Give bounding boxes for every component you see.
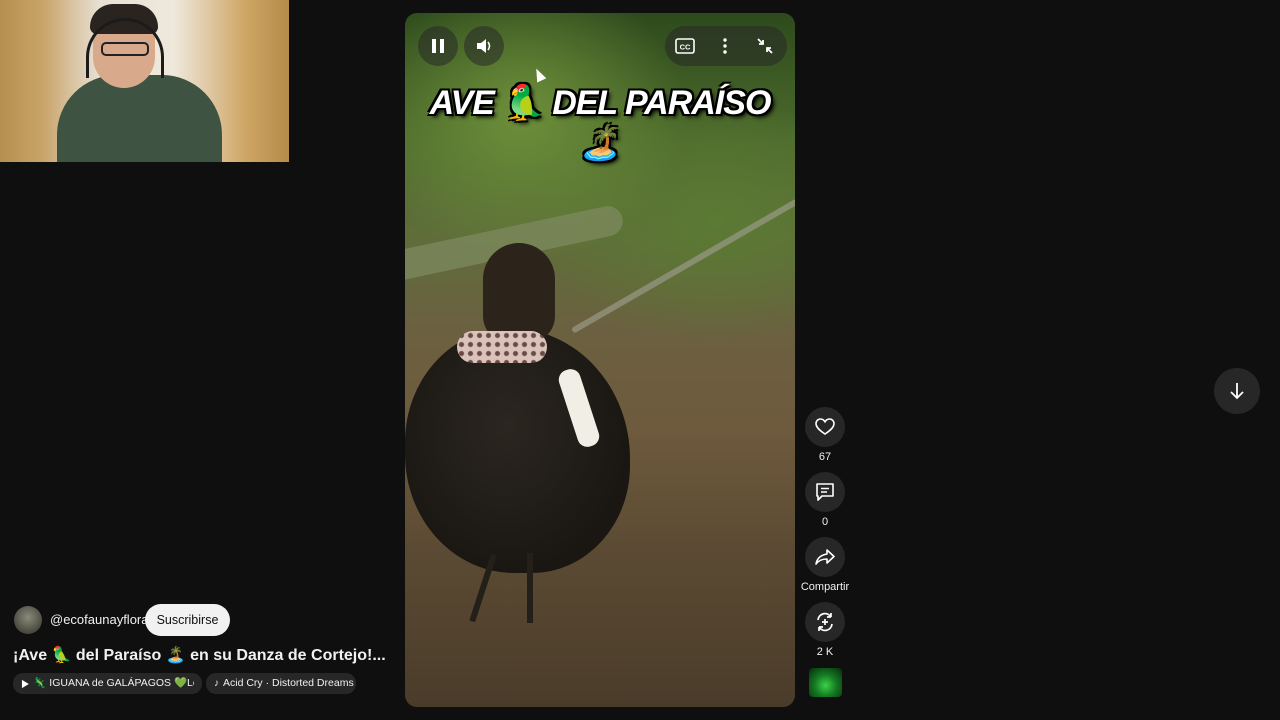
share-button[interactable] xyxy=(805,537,845,577)
volume-icon xyxy=(477,39,491,53)
more-options-button[interactable] xyxy=(705,26,745,66)
share-label: Compartir xyxy=(800,581,850,593)
music-note-icon: ♪ xyxy=(214,678,219,689)
short-video-player[interactable]: AVE 🦜 DEL PARAÍSO 🏝️ CC xyxy=(405,13,795,707)
comment-icon xyxy=(816,483,834,501)
sound-thumbnail[interactable] xyxy=(809,668,842,697)
pause-icon xyxy=(432,39,444,53)
like-button[interactable] xyxy=(805,407,845,447)
remix-icon xyxy=(817,612,833,632)
bird-body xyxy=(405,328,630,573)
heart-icon xyxy=(815,418,835,435)
bird-head xyxy=(483,243,555,343)
subscribe-button[interactable]: Suscribirse xyxy=(145,604,230,636)
pause-button[interactable] xyxy=(418,26,458,66)
volume-button[interactable] xyxy=(464,26,504,66)
play-icon xyxy=(21,679,29,688)
share-icon xyxy=(815,549,835,565)
remix-count: 2 K xyxy=(816,646,834,658)
channel-handle[interactable]: @ecofaunayflora xyxy=(50,612,148,627)
arrow-down-icon xyxy=(1230,383,1244,400)
like-count: 67 xyxy=(818,451,832,463)
channel-avatar[interactable] xyxy=(14,606,42,634)
remix-button[interactable] xyxy=(805,602,845,642)
video-overlay-title: AVE 🦜 DEL PARAÍSO 🏝️ xyxy=(429,84,772,162)
related-video-label: 🦎 IGUANA de GALÁPAGOS 💚Lo... xyxy=(33,677,194,689)
comments-button[interactable] xyxy=(805,472,845,512)
sound-chip[interactable]: ♪ Acid Cry · Distorted Dreams xyxy=(206,673,356,694)
bird-leg-right xyxy=(527,553,533,623)
captions-icon: CC xyxy=(675,38,695,54)
related-video-chip[interactable]: 🦎 IGUANA de GALÁPAGOS 💚Lo... xyxy=(13,673,202,694)
webcam-person-body xyxy=(57,75,222,162)
exit-fullscreen-icon xyxy=(757,38,773,54)
more-vert-icon xyxy=(723,38,727,54)
webcam-glasses xyxy=(101,42,149,56)
shorts-page: AVE 🦜 DEL PARAÍSO 🏝️ CC 67 0 Compartir 2… xyxy=(0,0,1280,720)
comment-count: 0 xyxy=(821,516,829,528)
bird-breast-pattern xyxy=(457,331,547,363)
next-short-button[interactable] xyxy=(1214,368,1260,414)
webcam-overlay xyxy=(0,0,289,162)
player-control-group: CC xyxy=(665,26,787,66)
svg-text:CC: CC xyxy=(680,43,691,52)
exit-fullscreen-button[interactable] xyxy=(745,26,785,66)
short-title: ¡Ave 🦜 del Paraíso 🏝️ en su Danza de Cor… xyxy=(13,647,386,664)
captions-button[interactable]: CC xyxy=(665,26,705,66)
sound-label: Acid Cry · Distorted Dreams xyxy=(223,677,354,689)
